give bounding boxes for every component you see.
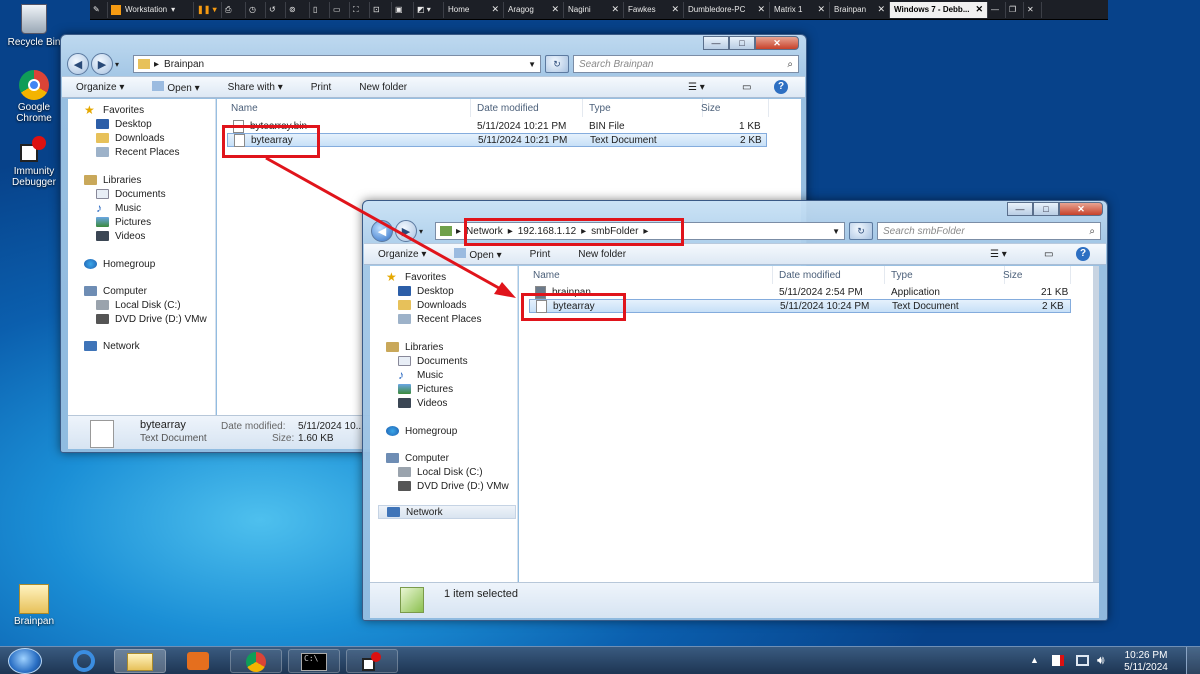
volume-tray-icon[interactable]: 🔊︎ <box>1097 653 1105 668</box>
taskbar-cmd-icon[interactable]: C:\ <box>288 649 340 673</box>
taskbar-internet-explorer-icon[interactable] <box>58 649 110 673</box>
taskbar-media-player-icon[interactable] <box>172 649 224 673</box>
taskbar-explorer-icon[interactable] <box>114 649 166 673</box>
network-tray-icon[interactable] <box>1076 655 1089 666</box>
annotation-arrow <box>265 156 516 298</box>
taskbar-immunity-icon[interactable] <box>346 649 398 673</box>
start-button[interactable] <box>8 648 42 674</box>
show-desktop-button[interactable] <box>1186 647 1200 674</box>
tray-expand-icon[interactable]: ▲ <box>1030 655 1039 665</box>
action-center-icon[interactable] <box>1052 655 1064 666</box>
clock[interactable]: 10:26 PM 5/11/2024 <box>1118 650 1174 674</box>
taskbar-chrome-icon[interactable] <box>230 649 282 673</box>
